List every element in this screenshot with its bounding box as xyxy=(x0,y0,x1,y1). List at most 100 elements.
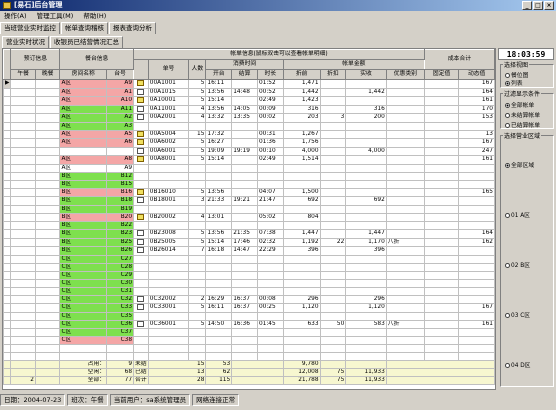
cell-cat xyxy=(385,204,425,214)
table-row[interactable]: B区 B20 0B20002 4 13:01 05:02 804 xyxy=(3,212,495,222)
cell-icon xyxy=(133,286,149,296)
table-row[interactable]: C区 C28 xyxy=(3,262,495,272)
table-row[interactable]: C区 C36 0C36001 5 14:50 16:36 01:45 633 50 583 八折 16… xyxy=(3,319,495,329)
cell-lunch xyxy=(10,171,36,181)
minimize-button[interactable]: _ xyxy=(522,1,532,10)
cell-ind xyxy=(3,171,12,181)
cell-close xyxy=(231,171,258,181)
cell-dinner xyxy=(34,278,61,288)
cell-area: B区 xyxy=(59,229,108,239)
cash-register-icon[interactable] xyxy=(137,80,145,86)
table-row[interactable]: C区 C37 xyxy=(3,328,495,337)
cell-paid xyxy=(345,163,387,173)
tab-bill-audit[interactable]: 帐单查询稽核 xyxy=(61,22,108,34)
table-row[interactable]: A区 A8 00A8001 5 15:14 02:49 1,514 161 xyxy=(3,155,495,165)
table-row[interactable]: C区 C30 xyxy=(3,278,495,288)
bill-icon[interactable] xyxy=(137,238,145,245)
radio-all-bills[interactable]: 全部帐单 xyxy=(505,100,534,109)
table-row[interactable]: B区 B25 0B25005 5 15:14 17:46 02:32 1,192 22 1,170… xyxy=(3,237,495,247)
cell-icon xyxy=(133,121,149,131)
cash-register-icon[interactable] xyxy=(137,139,145,145)
radio-label: 全部帐单 xyxy=(511,103,535,109)
realtime-grid[interactable]: 预订信息 餐台信息 帐单信息(鼠标双击可以查看帐单明细) 成本合计 单号 人数 … xyxy=(2,48,496,390)
menu-tools[interactable]: 管理工具(M) xyxy=(33,11,78,22)
table-row[interactable]: A区 A11 0A11001 4 13:56 14:05 00:09 316 316 170 xyxy=(3,104,495,114)
subtab-status[interactable]: 营业实时状况 xyxy=(2,36,49,48)
table-row[interactable]: A区 A1 00A1015 5 13:56 14:48 00:52 1,442 1,442 164 xyxy=(3,87,495,97)
table-row[interactable]: C区 C27 xyxy=(3,254,495,264)
radio-area-b[interactable]: 02 B区 xyxy=(505,260,530,269)
cell-fix xyxy=(423,221,460,230)
table-row[interactable]: B区 B12 xyxy=(3,171,495,181)
radio-settled-bills[interactable]: 已结算帐单 xyxy=(505,120,540,129)
bill-icon[interactable] xyxy=(137,114,145,120)
cell-lunch xyxy=(10,146,36,156)
radio-unsettled-bills[interactable]: 未结算帐单 xyxy=(505,110,540,119)
bill-icon[interactable] xyxy=(137,295,145,302)
cash-register-icon[interactable] xyxy=(137,97,145,103)
bill-icon[interactable] xyxy=(137,197,145,203)
cell-lunch xyxy=(10,129,36,139)
cell-pre xyxy=(282,270,321,280)
bill-icon[interactable] xyxy=(137,304,145,310)
table-row[interactable]: B区 B22 xyxy=(3,221,495,230)
radio-area-d[interactable]: 04 D区 xyxy=(505,360,530,369)
table-row[interactable]: B区 B18 0B18001 3 21:33 19:21 21:47 692 692 xyxy=(3,196,495,206)
cell-cat xyxy=(385,146,425,156)
cell-ind xyxy=(3,204,12,214)
table-row[interactable]: A区 A5 00A5004 15 17:32 00:31 1,267 13 xyxy=(3,129,495,139)
radio-list[interactable]: 列表 xyxy=(505,78,523,87)
cash-register-icon[interactable] xyxy=(137,130,145,137)
maximize-button[interactable]: □ xyxy=(533,1,543,10)
cell-dyn: 161 xyxy=(458,155,495,165)
bill-icon[interactable] xyxy=(137,147,145,154)
subtab-cashier-summary[interactable]: 收银员已结营情况汇总 xyxy=(50,36,123,48)
table-row[interactable]: 00A6001 5 19:09 19:19 00:10 4,000 4,000 247 xyxy=(3,146,495,156)
cash-register-icon[interactable] xyxy=(137,213,145,220)
table-row[interactable]: A区 A10 0A10001 5 15:14 02:49 1,423 161 xyxy=(3,96,495,106)
table-row[interactable]: C区 C29 xyxy=(3,270,495,280)
cell-paid xyxy=(345,254,387,264)
table-row[interactable]: B区 B26 0B26014 7 16:18 14:47 22:29 396 396 xyxy=(3,246,495,256)
table-row[interactable]: C区 C32 0C32002 2 16:29 16:37 00:08 296 296 xyxy=(3,294,495,304)
table-row[interactable]: B区 B16 0B16010 5 13:56 04:07 1,500 165 xyxy=(3,187,495,197)
table-row[interactable]: A区 A6 00A6002 5 16:27 01:36 1,756 167 xyxy=(3,138,495,148)
table-row[interactable]: B区 B15 xyxy=(3,179,495,189)
bill-icon[interactable] xyxy=(137,88,145,95)
menu-help[interactable]: 帮助(H) xyxy=(79,11,110,22)
bill-icon[interactable] xyxy=(137,230,145,236)
radio-area-a[interactable]: 01 A区 xyxy=(505,210,530,219)
table-row[interactable]: A区 A3 xyxy=(3,121,495,131)
table-row[interactable]: C区 C35 xyxy=(3,311,495,321)
radio-area-all[interactable]: 全部区域 xyxy=(505,160,534,169)
cash-register-icon[interactable] xyxy=(137,188,145,195)
table-row[interactable]: A区 A2 00A2001 4 13:32 13:35 00:02 203 3 200 153 xyxy=(3,113,495,123)
cash-register-icon[interactable] xyxy=(137,156,145,162)
tab-report[interactable]: 报表查询分析 xyxy=(109,22,156,34)
tab-realtime[interactable]: 当班营业实时监控 xyxy=(0,22,60,34)
menu-operate[interactable]: 操作(A) xyxy=(0,11,31,22)
cell-open xyxy=(205,328,233,337)
table-row[interactable]: ▶ A区 A9 00A1001 5 16:11 01:52 1,471 167 xyxy=(3,79,495,89)
table-row[interactable]: B区 B19 xyxy=(3,204,495,214)
cell-icon xyxy=(133,212,149,222)
sum-count: 115 xyxy=(205,376,233,385)
radio-area-c[interactable]: 03 C区 xyxy=(505,310,530,319)
cell-dur: 00:02 xyxy=(256,113,284,123)
close-button[interactable]: × xyxy=(544,1,554,10)
bill-icon[interactable] xyxy=(137,320,145,327)
table-row[interactable]: C区 C38 xyxy=(3,336,495,345)
cell-people xyxy=(188,328,207,337)
cell-dyn xyxy=(458,311,495,321)
table-row[interactable]: C区 C33 0C33001 5 16:11 16:37 00:25 1,120 1,120 16… xyxy=(3,303,495,313)
cell-bill: 00A8001 xyxy=(147,155,190,165)
cell-lunch xyxy=(10,319,36,329)
cell-area: A区 xyxy=(59,113,108,123)
bill-icon[interactable] xyxy=(137,247,145,253)
bill-icon[interactable] xyxy=(137,105,145,112)
table-row[interactable]: A区 A9 xyxy=(3,163,495,173)
summary-row: 占用： 9 未结 15 53 9,780 xyxy=(3,360,495,369)
table-row[interactable]: B区 B23 0B23008 5 13:56 21:35 07:38 1,447 1,447 16… xyxy=(3,229,495,239)
table-row[interactable]: C区 C31 xyxy=(3,286,495,296)
cell-paid xyxy=(345,278,387,288)
